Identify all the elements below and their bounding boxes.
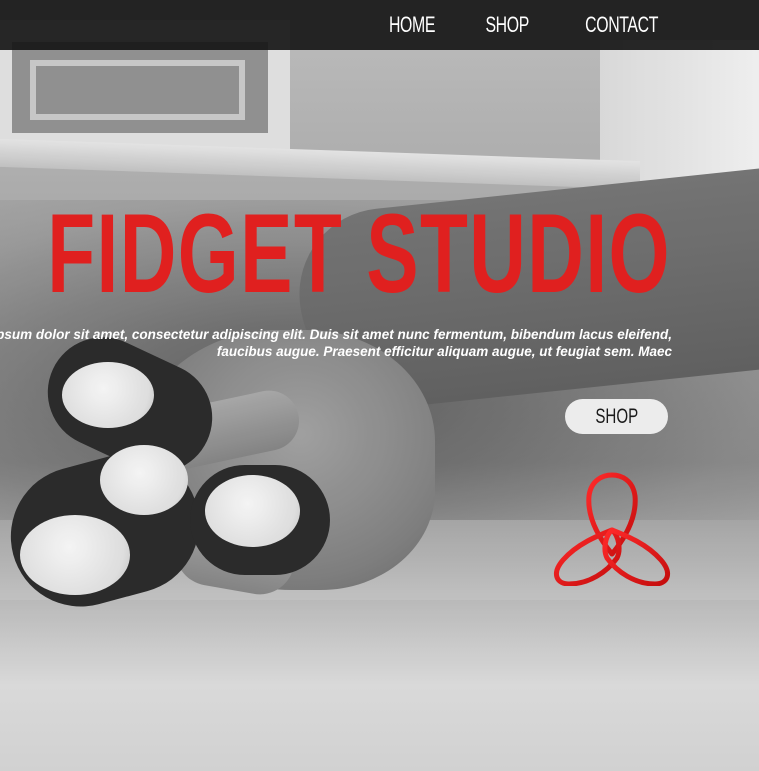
shop-button[interactable]: SHOP — [565, 399, 668, 434]
top-navigation-bar: HOME SHOP CONTACT — [0, 0, 759, 50]
hero-background-image — [0, 0, 759, 771]
hero-title: FIDGET STUDIO — [47, 191, 671, 316]
logo-lobe-left — [553, 527, 622, 586]
nav-link-contact[interactable]: CONTACT — [585, 12, 658, 38]
shop-button-label: SHOP — [595, 404, 638, 428]
logo-lobe-right — [602, 527, 671, 586]
fidget-spinner-logo-icon — [553, 472, 671, 586]
nav-link-shop[interactable]: SHOP — [486, 12, 530, 38]
background-overlay — [0, 0, 759, 771]
nav-menu: HOME SHOP CONTACT — [380, 0, 672, 50]
hero-description: Lorem ipsum dolor sit amet, consectetur … — [0, 327, 672, 359]
logo-lobe-top — [586, 472, 638, 557]
page: HOME SHOP CONTACT FIDGET STUDIO Lorem ip… — [0, 0, 759, 771]
nav-link-home[interactable]: HOME — [389, 12, 435, 38]
